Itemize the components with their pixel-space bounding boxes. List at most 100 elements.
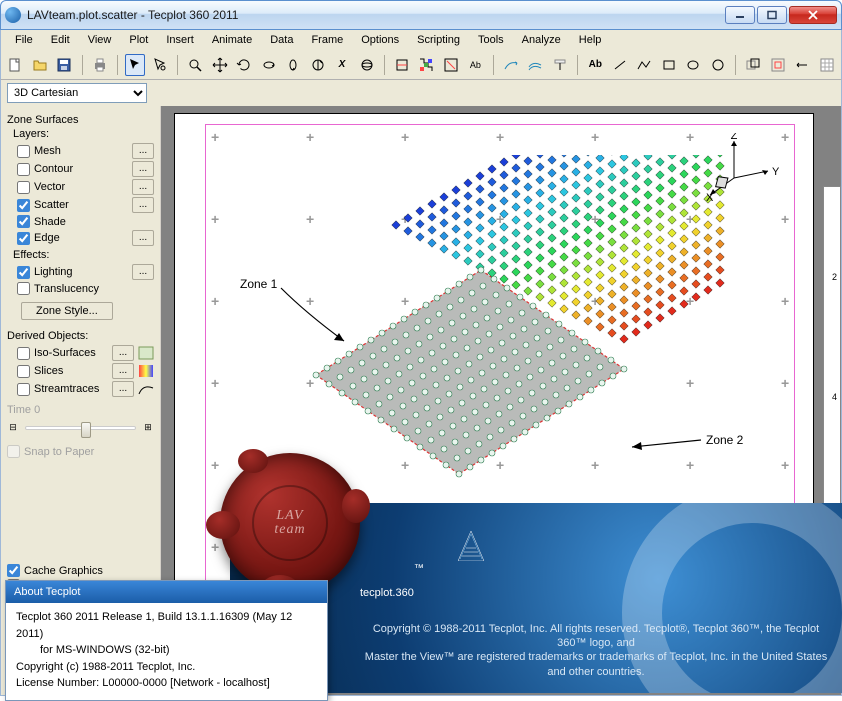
- layer-shade-checkbox[interactable]: [17, 215, 30, 228]
- select-tool-icon[interactable]: [125, 54, 146, 76]
- slice-icon[interactable]: [392, 54, 413, 76]
- layer-contour: Contour...: [7, 160, 154, 178]
- menu-tools[interactable]: Tools: [470, 32, 512, 48]
- slider-track[interactable]: [25, 426, 136, 430]
- menu-edit[interactable]: Edit: [43, 32, 78, 48]
- menu-scripting[interactable]: Scripting: [409, 32, 468, 48]
- stream-preview-icon: [138, 382, 154, 396]
- extract-icon[interactable]: [767, 54, 788, 76]
- derived-iso-checkbox[interactable]: [17, 347, 30, 360]
- effect-lighting-checkbox[interactable]: [17, 266, 30, 279]
- contour-del-icon[interactable]: [441, 54, 462, 76]
- cache-graphics: Cache Graphics: [7, 563, 154, 578]
- effect-translucency: Translucency: [7, 281, 154, 296]
- rotate-axis-icon[interactable]: [307, 54, 328, 76]
- snap-label: Snap to Paper: [24, 446, 94, 458]
- time-slider[interactable]: ⊟ ⊞: [7, 422, 154, 434]
- layer-mesh: Mesh...: [7, 142, 154, 160]
- minimize-button[interactable]: [725, 6, 755, 24]
- derived-slices-label: Slices: [34, 365, 108, 377]
- menu-animate[interactable]: Animate: [204, 32, 260, 48]
- zoom-icon[interactable]: [185, 54, 206, 76]
- layer-scatter-checkbox[interactable]: [17, 199, 30, 212]
- layer-vector-checkbox[interactable]: [17, 181, 30, 194]
- menu-frame[interactable]: Frame: [303, 32, 351, 48]
- rotate3-icon[interactable]: [283, 54, 304, 76]
- blank-icon[interactable]: [792, 54, 813, 76]
- derived-slices-checkbox[interactable]: [17, 365, 30, 378]
- layer-edge-checkbox[interactable]: [17, 232, 30, 245]
- layer-mesh-checkbox[interactable]: [17, 145, 30, 158]
- streamtrace2-icon[interactable]: [525, 54, 546, 76]
- derived-iso: Iso-Surfaces...: [7, 344, 154, 362]
- derived-stream-checkbox[interactable]: [17, 383, 30, 396]
- polyline-icon[interactable]: [634, 54, 655, 76]
- layer-scatter-label: Scatter: [34, 199, 128, 211]
- menu-options[interactable]: Options: [353, 32, 407, 48]
- about-titlebar[interactable]: About Tecplot: [6, 581, 327, 603]
- new-zone-icon[interactable]: [743, 54, 764, 76]
- layers-label: Layers:: [13, 128, 154, 140]
- layer-edge-label: Edge: [34, 232, 128, 244]
- rotate-spherical-icon[interactable]: [356, 54, 377, 76]
- open-file-icon[interactable]: [30, 54, 51, 76]
- wax-seal: LAV team: [220, 453, 360, 593]
- effect-translucency-checkbox[interactable]: [17, 282, 30, 295]
- rotate2-icon[interactable]: [258, 54, 279, 76]
- line-icon[interactable]: [610, 54, 631, 76]
- layer-scatter-options[interactable]: ...: [132, 197, 154, 213]
- derived-stream-options[interactable]: ...: [112, 381, 134, 397]
- text-icon[interactable]: Ab: [585, 54, 606, 76]
- window-titlebar: LAVteam.plot.scatter - Tecplot 360 2011: [0, 0, 842, 30]
- menu-data[interactable]: Data: [262, 32, 301, 48]
- plot-type-select[interactable]: 3D Cartesian: [7, 83, 147, 103]
- rotate-icon[interactable]: [234, 54, 255, 76]
- zone1-arrow: [276, 283, 356, 353]
- zone-style-button[interactable]: Zone Style...: [21, 302, 113, 320]
- adjust-tool-icon[interactable]: [149, 54, 170, 76]
- layer-contour-checkbox[interactable]: [17, 163, 30, 176]
- layer-contour-options[interactable]: ...: [132, 161, 154, 177]
- derived-stream-label: Streamtraces: [34, 383, 108, 395]
- close-button[interactable]: [789, 6, 837, 24]
- streamtrace-icon[interactable]: [501, 54, 522, 76]
- slider-thumb[interactable]: [81, 422, 91, 438]
- layer-vector-options[interactable]: ...: [132, 179, 154, 195]
- maximize-button[interactable]: [757, 6, 787, 24]
- menu-analyze[interactable]: Analyze: [514, 32, 569, 48]
- layer-edge-options[interactable]: ...: [132, 230, 154, 246]
- derived-slices-options[interactable]: ...: [112, 363, 134, 379]
- rotate-twist-icon[interactable]: X: [332, 54, 353, 76]
- splash-brand: tecplot.360™: [360, 563, 424, 606]
- effect-lighting-options[interactable]: ...: [132, 264, 154, 280]
- new-file-icon[interactable]: [5, 54, 26, 76]
- layer-shade: Shade: [7, 214, 154, 229]
- menu-help[interactable]: Help: [571, 32, 610, 48]
- svg-text:Z: Z: [731, 133, 738, 142]
- ellipse-icon[interactable]: [683, 54, 704, 76]
- menu-view[interactable]: View: [80, 32, 120, 48]
- print-icon[interactable]: [89, 54, 110, 76]
- circle-icon[interactable]: [708, 54, 729, 76]
- layer-mesh-label: Mesh: [34, 145, 128, 157]
- probe-icon[interactable]: [550, 54, 571, 76]
- spreadsheet-icon[interactable]: [816, 54, 837, 76]
- layer-contour-label: Contour: [34, 163, 128, 175]
- menu-insert[interactable]: Insert: [158, 32, 202, 48]
- effect-lighting: Lighting...: [7, 263, 154, 281]
- contour-label-icon[interactable]: Ab: [465, 54, 486, 76]
- cache-checkbox[interactable]: [7, 564, 20, 577]
- menu-file[interactable]: File: [7, 32, 41, 48]
- menu-plot[interactable]: Plot: [121, 32, 156, 48]
- rect-icon[interactable]: [659, 54, 680, 76]
- pan-icon[interactable]: [209, 54, 230, 76]
- iso-preview-icon: [138, 346, 154, 360]
- contour-tool-icon[interactable]: [416, 54, 437, 76]
- slider-min-icon: ⊟: [7, 422, 19, 434]
- cache-label: Cache Graphics: [24, 565, 103, 577]
- layer-mesh-options[interactable]: ...: [132, 143, 154, 159]
- derived-iso-options[interactable]: ...: [112, 345, 134, 361]
- save-icon[interactable]: [54, 54, 75, 76]
- effect-lighting-label: Lighting: [34, 266, 128, 278]
- layer-vector: Vector...: [7, 178, 154, 196]
